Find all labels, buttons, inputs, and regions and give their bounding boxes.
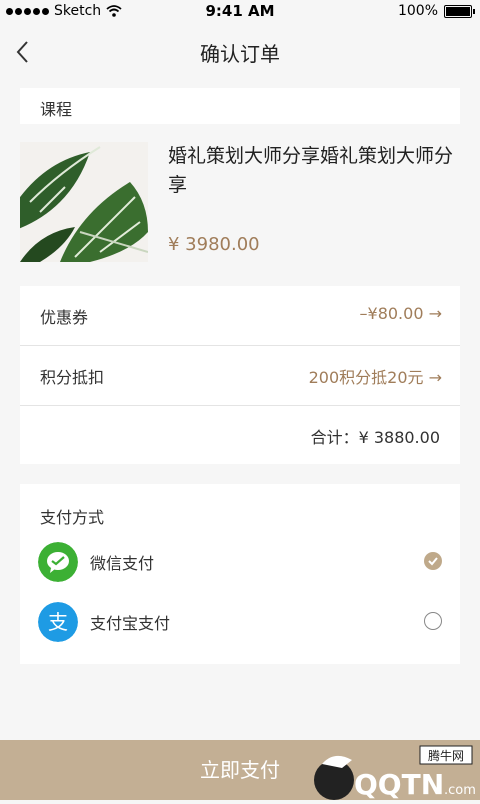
qqtn-watermark: QQTN .com 腾牛网 xyxy=(260,740,480,801)
payment-title: 支付方式 xyxy=(40,508,105,527)
wechat-pay-icon xyxy=(38,542,78,582)
nav-bar: 确认订单 xyxy=(0,24,480,80)
course-item[interactable]: 婚礼策划大师分享婚礼策划大师分享 ¥ 3980.00 xyxy=(20,142,460,264)
payment-option-label: 微信支付 xyxy=(90,554,155,573)
watermark-logo: QQTN .com 腾牛网 xyxy=(314,745,476,801)
monstera-leaf-image xyxy=(20,142,148,262)
points-value: 200积分抵20元 → xyxy=(308,368,442,387)
coupon-label: 优惠券 xyxy=(40,308,89,327)
course-section-header: 课程 xyxy=(20,88,460,124)
page-title: 确认订单 xyxy=(200,42,280,66)
status-bar: Sketch 9:41 AM 100% xyxy=(0,0,480,24)
check-icon xyxy=(428,557,438,566)
course-price: ¥ 3980.00 xyxy=(168,234,260,255)
svg-text:.com: .com xyxy=(444,783,476,798)
payment-option-alipay[interactable]: 支 支付宝支付 xyxy=(20,598,460,646)
divider xyxy=(20,405,460,406)
course-name: 婚礼策划大师分享婚礼策划大师分享 xyxy=(168,145,454,196)
alipay-icon: 支 xyxy=(38,602,78,642)
battery-icon xyxy=(444,4,475,18)
points-row[interactable]: 积分抵扣 200积分抵20元 → xyxy=(20,346,460,404)
battery-group: 100% xyxy=(397,3,475,19)
payment-option-label: 支付宝支付 xyxy=(90,614,171,633)
course-section-label: 课程 xyxy=(40,100,73,119)
payment-option-wechat[interactable]: 微信支付 xyxy=(20,538,460,586)
svg-text:QQTN: QQTN xyxy=(354,768,444,800)
battery-percent: 100% xyxy=(397,3,438,19)
course-thumbnail xyxy=(20,142,148,262)
svg-text:腾牛网: 腾牛网 xyxy=(428,748,464,763)
svg-text:支: 支 xyxy=(48,610,68,634)
points-label: 积分抵扣 xyxy=(40,368,105,387)
payment-section: 支付方式 微信支付 支 支付宝支付 xyxy=(20,484,460,664)
radio-selected[interactable] xyxy=(424,552,442,570)
radio-unselected[interactable] xyxy=(424,612,442,630)
coupon-value: –¥80.00 → xyxy=(359,304,442,323)
discount-section: 优惠券 –¥80.00 → 积分抵扣 200积分抵20元 → 合计：¥ 3880… xyxy=(20,286,460,464)
order-total: 合计：¥ 3880.00 xyxy=(310,428,440,447)
coupon-row[interactable]: 优惠券 –¥80.00 → xyxy=(20,286,460,344)
